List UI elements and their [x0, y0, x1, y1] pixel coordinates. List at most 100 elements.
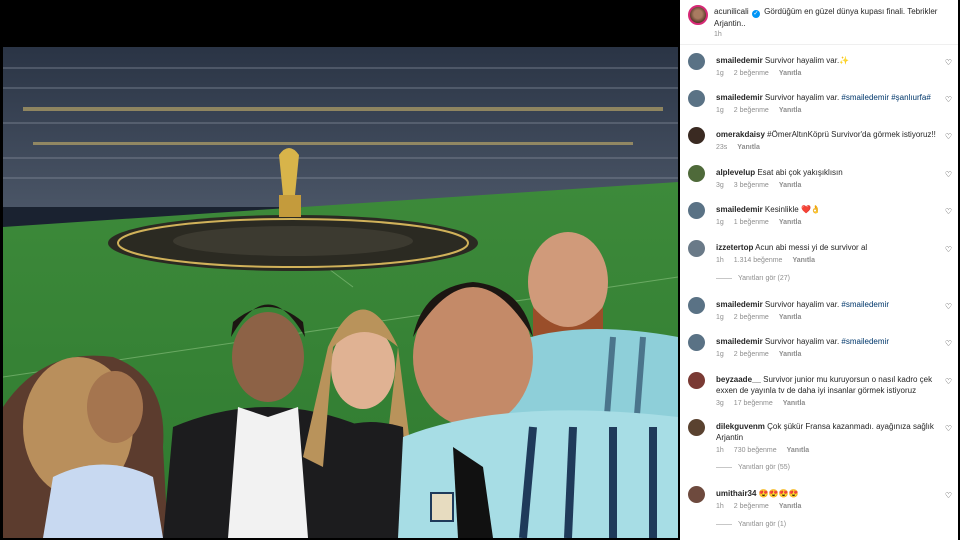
comment-text: Survivor hayalim var.✨	[762, 56, 850, 65]
comment-likes[interactable]: 2 beğenme	[734, 314, 769, 321]
commenter-avatar[interactable]	[688, 127, 705, 144]
comment-likes[interactable]: 1.314 beğenme	[734, 257, 783, 264]
commenter-username[interactable]: smailedemir	[716, 337, 763, 346]
commenter-avatar[interactable]	[688, 90, 705, 107]
view-replies-button[interactable]: Yanıtları gör (55)	[716, 464, 790, 471]
author-avatar[interactable]	[688, 5, 708, 25]
commenter-avatar[interactable]	[688, 419, 705, 436]
comment-text: Acun abi messi yi de survivor al	[753, 243, 868, 252]
stadium-selfie-image	[3, 47, 678, 538]
comment-likes[interactable]: 3 beğenme	[734, 182, 769, 189]
comment-time: 1h	[716, 503, 724, 510]
replies-dash	[716, 277, 732, 279]
comment-body: dilekguvenm Çok şükür Fransa kazanmadı. …	[716, 421, 944, 443]
comment-time: 23s	[716, 144, 728, 151]
commenter-username[interactable]: dilekguvenm	[716, 422, 765, 431]
comment-time: 1g	[716, 314, 724, 321]
comment-meta: 1h 2 beğenme Yanıtla	[716, 503, 811, 510]
comment-likes[interactable]: 17 beğenme	[734, 400, 773, 407]
commenter-avatar[interactable]	[688, 165, 705, 182]
reply-button[interactable]: Yanıtla	[779, 219, 802, 226]
comment-body: smailedemir Survivor hayalim var. #smail…	[716, 92, 944, 103]
reply-button[interactable]: Yanıtla	[779, 503, 802, 510]
view-replies-label: Yanıtları gör (55)	[738, 464, 791, 471]
heart-outline-icon[interactable]: ♡	[945, 95, 952, 104]
comment-text: Kesinlikle ❤️👌	[762, 205, 821, 214]
comment-body: smailedemir Survivor hayalim var. #smail…	[716, 336, 944, 347]
heart-outline-icon[interactable]: ♡	[945, 339, 952, 348]
view-replies-button[interactable]: Yanıtları gör (27)	[716, 275, 790, 282]
reply-button[interactable]: Yanıtla	[779, 70, 802, 77]
commenter-username[interactable]: smailedemir	[716, 300, 763, 309]
commenter-avatar[interactable]	[688, 53, 705, 70]
reply-button[interactable]: Yanıtla	[779, 314, 802, 321]
heart-outline-icon[interactable]: ♡	[945, 491, 952, 500]
comment-likes[interactable]: 2 beğenme	[734, 107, 769, 114]
post-photo[interactable]	[3, 47, 678, 538]
commenter-avatar[interactable]	[688, 297, 705, 314]
comment-meta: 1g 2 beğenme Yanıtla	[716, 70, 811, 77]
heart-outline-icon[interactable]: ♡	[945, 377, 952, 386]
commenter-username[interactable]: smailedemir	[716, 93, 763, 102]
reply-button[interactable]: Yanıtla	[779, 107, 802, 114]
commenter-username[interactable]: smailedemir	[716, 56, 763, 65]
comment-body: izzetertop Acun abi messi yi de survivor…	[716, 242, 944, 253]
comment-hashtags[interactable]: #smailedemir #şanlıurfa#	[841, 93, 930, 102]
reply-button[interactable]: Yanıtla	[737, 144, 760, 151]
comment-meta: 3g 3 beğenme Yanıtla	[716, 182, 811, 189]
reply-button[interactable]: Yanıtla	[779, 182, 802, 189]
comment-likes[interactable]: 2 beğenme	[734, 70, 769, 77]
view-replies-label: Yanıtları gör (27)	[738, 275, 791, 282]
post-caption: acunilicali ✓ Gördüğüm en güzel dünya ku…	[714, 6, 950, 29]
comment-text: #ÖmerAltınKöprü Survivor'da görmek istiy…	[764, 130, 936, 139]
heart-outline-icon[interactable]: ♡	[945, 245, 952, 254]
comment-meta: 1h 730 beğenme Yanıtla	[716, 447, 819, 454]
comment-meta: 3g 17 beğenme Yanıtla	[716, 400, 815, 407]
commenter-username[interactable]: omerakdaisy	[716, 130, 765, 139]
comment-hashtags[interactable]: #smailedemir	[841, 337, 889, 346]
comment-likes[interactable]: 2 beğenme	[734, 503, 769, 510]
reply-button[interactable]: Yanıtla	[792, 257, 815, 264]
comment-likes[interactable]: 730 beğenme	[734, 447, 777, 454]
comment-text: 😍😍😍😍	[756, 489, 799, 498]
comment-time: 1h	[716, 257, 724, 264]
comment-text: Survivor hayalim var.	[762, 337, 842, 346]
comment-time: 1g	[716, 351, 724, 358]
reply-button[interactable]: Yanıtla	[787, 447, 810, 454]
reply-button[interactable]: Yanıtla	[783, 400, 806, 407]
comments-panel[interactable]: acunilicali ✓ Gördüğüm en güzel dünya ku…	[680, 0, 958, 540]
view-replies-button[interactable]: Yanıtları gör (1)	[716, 521, 786, 528]
comment-text: Survivor hayalim var.	[762, 300, 842, 309]
comment-meta: 1g 2 beğenme Yanıtla	[716, 351, 811, 358]
replies-dash	[716, 466, 732, 468]
reply-button[interactable]: Yanıtla	[779, 351, 802, 358]
author-username[interactable]: acunilicali	[714, 7, 749, 16]
comment-likes[interactable]: 2 beğenme	[734, 351, 769, 358]
heart-outline-icon[interactable]: ♡	[945, 132, 952, 141]
post-viewer: acunilicali ✓ Gördüğüm en güzel dünya ku…	[0, 0, 960, 540]
commenter-avatar[interactable]	[688, 202, 705, 219]
comment-hashtags[interactable]: #smailedemir	[841, 300, 889, 309]
comment-body: smailedemir Kesinlikle ❤️👌	[716, 204, 944, 215]
comment-likes[interactable]: 1 beğenme	[734, 219, 769, 226]
commenter-username[interactable]: smailedemir	[716, 205, 763, 214]
caption-time: 1h	[714, 31, 722, 38]
commenter-avatar[interactable]	[688, 240, 705, 257]
commenter-avatar[interactable]	[688, 334, 705, 351]
commenter-username[interactable]: beyzaade__	[716, 375, 761, 384]
comment-body: alplevelup Esat abi çok yakışıklısın	[716, 167, 944, 178]
heart-outline-icon[interactable]: ♡	[945, 58, 952, 67]
commenter-username[interactable]: umithair34	[716, 489, 756, 498]
commenter-avatar[interactable]	[688, 486, 705, 503]
heart-outline-icon[interactable]: ♡	[945, 207, 952, 216]
heart-outline-icon[interactable]: ♡	[945, 170, 952, 179]
comment-body: smailedemir Survivor hayalim var. #smail…	[716, 299, 944, 310]
heart-outline-icon[interactable]: ♡	[945, 302, 952, 311]
view-replies-label: Yanıtları gör (1)	[738, 521, 787, 528]
comment-body: omerakdaisy #ÖmerAltınKöprü Survivor'da …	[716, 129, 944, 140]
heart-outline-icon[interactable]: ♡	[945, 424, 952, 433]
commenter-username[interactable]: izzetertop	[716, 243, 753, 252]
commenter-avatar[interactable]	[688, 372, 705, 389]
commenter-username[interactable]: alplevelup	[716, 168, 755, 177]
comment-meta: 23s Yanıtla	[716, 144, 770, 151]
